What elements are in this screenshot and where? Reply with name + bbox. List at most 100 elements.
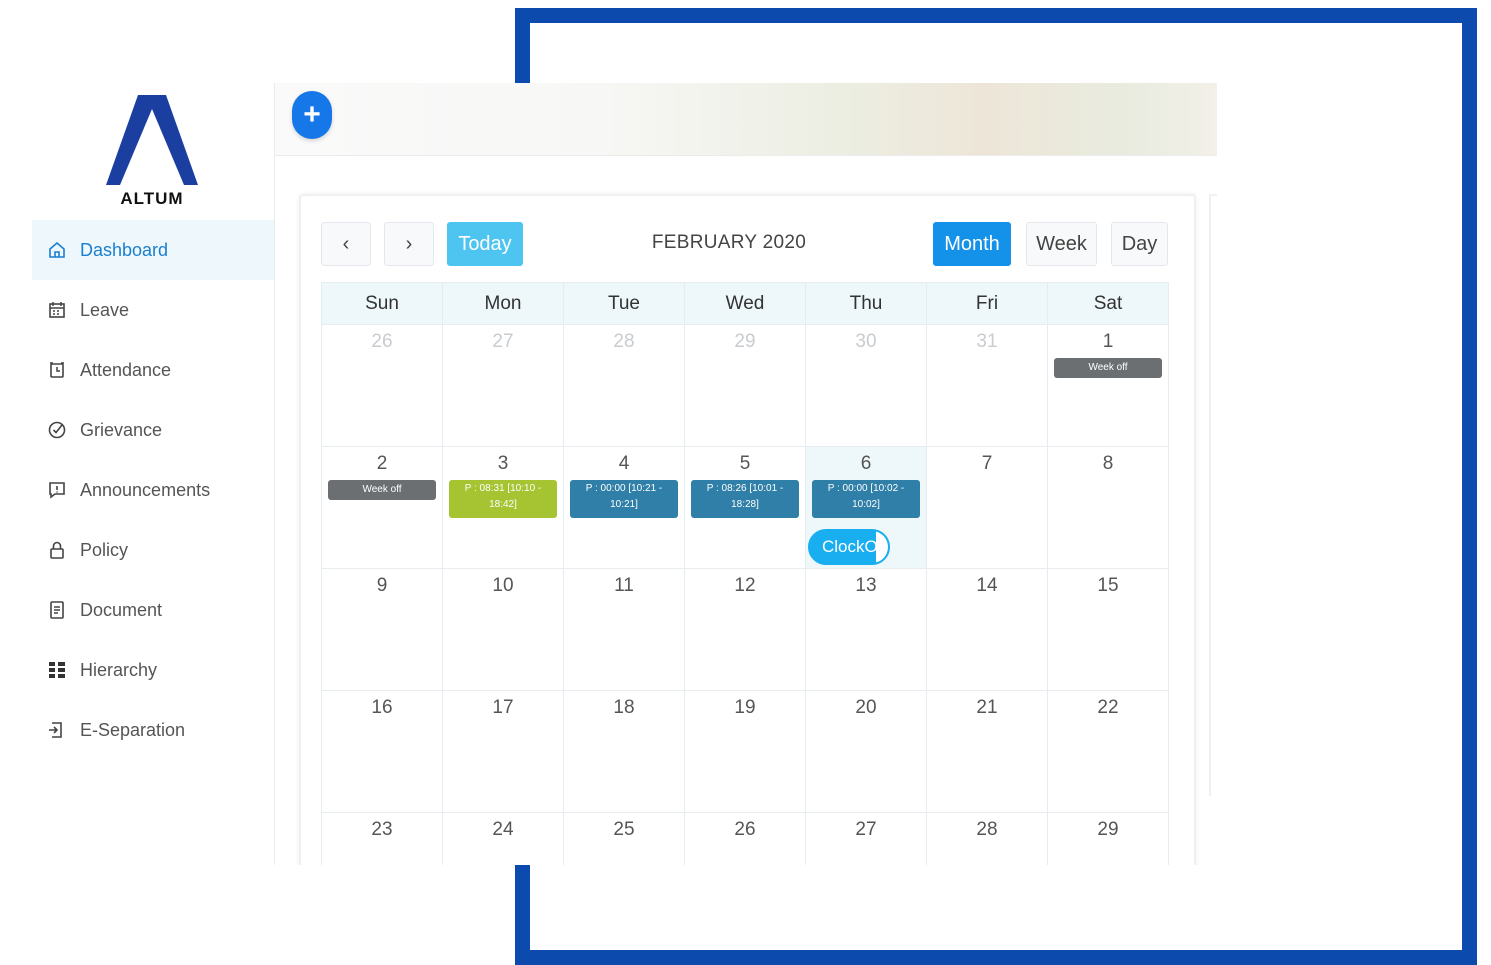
day-number: 29	[1097, 819, 1119, 840]
sidebar-item-announcements[interactable]: Announcements	[32, 460, 274, 520]
day-cell[interactable]: 16	[322, 691, 443, 813]
prev-month-button[interactable]: ‹	[321, 222, 371, 266]
day-number: 27	[855, 819, 877, 840]
day-cell[interactable]: 3 P : 08:31 [10:10 - 18:42]	[443, 447, 564, 569]
day-cell[interactable]: 4 P : 00:00 [10:21 - 10:21]	[564, 447, 685, 569]
day-cell[interactable]: 27	[443, 325, 564, 447]
calendar-weeks: 26 27 28 29 30 31 1 Week off 2 Week off 3 P : 08:31…	[321, 325, 1169, 865]
next-month-button[interactable]: ›	[384, 222, 434, 266]
sidebar-item-dashboard[interactable]: Dashboard	[32, 220, 274, 280]
add-button[interactable]: +	[292, 91, 332, 139]
app-window: ALTUM Dashboard Leave Attendance Grievan…	[32, 83, 1217, 865]
day-number: 23	[371, 819, 393, 840]
day-cell[interactable]: 28	[564, 325, 685, 447]
day-cell[interactable]: 10	[443, 569, 564, 691]
sidebar-item-label: Document	[80, 599, 163, 620]
day-number: 30	[855, 331, 877, 352]
day-cell[interactable]: 21	[927, 691, 1048, 813]
day-cell[interactable]: 26	[685, 813, 806, 865]
day-number: 7	[981, 453, 993, 474]
attendance-event[interactable]: P : 00:00 [10:21 - 10:21]	[570, 480, 678, 518]
week-off-event[interactable]: Week off	[1054, 358, 1162, 378]
altum-logo: ALTUM	[102, 93, 202, 208]
day-cell[interactable]: 9	[322, 569, 443, 691]
sidebar-item-grievance[interactable]: Grievance	[32, 400, 274, 460]
day-cell[interactable]: 25	[564, 813, 685, 865]
attendance-event[interactable]: P : 08:31 [10:10 - 18:42]	[449, 480, 557, 518]
day-number: 21	[976, 697, 998, 718]
day-cell[interactable]: 14	[927, 569, 1048, 691]
logo-text: ALTUM	[120, 189, 184, 208]
day-view-button[interactable]: Day	[1111, 222, 1168, 266]
day-number: 2	[376, 453, 388, 474]
day-number: 26	[371, 331, 393, 352]
calendar-icon	[46, 299, 68, 321]
day-cell[interactable]: 24	[443, 813, 564, 865]
day-number: 26	[734, 819, 756, 840]
sidebar-item-leave[interactable]: Leave	[32, 280, 274, 340]
day-number: 1	[1102, 331, 1114, 352]
day-cell[interactable]: 29	[685, 325, 806, 447]
day-number: 25	[613, 819, 635, 840]
day-number: 27	[492, 331, 514, 352]
day-number: 13	[855, 575, 877, 596]
day-cell[interactable]: 19	[685, 691, 806, 813]
logo-mark-icon	[106, 95, 198, 185]
week-row: 23 24 25 26 27 28 29	[321, 813, 1169, 865]
day-cell[interactable]: 7	[927, 447, 1048, 569]
sidebar: ALTUM Dashboard Leave Attendance Grievan…	[32, 83, 275, 865]
day-cell[interactable]: 26	[322, 325, 443, 447]
day-cell[interactable]: 8	[1048, 447, 1169, 569]
day-number: 9	[376, 575, 388, 596]
adjacent-panel-edge	[1209, 194, 1217, 796]
week-view-button[interactable]: Week	[1026, 222, 1097, 266]
week-row: 16 17 18 19 20 21 22	[321, 691, 1169, 813]
day-number: 22	[1097, 697, 1119, 718]
alarm-clock-icon	[46, 359, 68, 381]
sidebar-item-label: Attendance	[80, 359, 172, 380]
sidebar-item-label: Leave	[80, 299, 130, 320]
day-cell[interactable]: 1 Week off	[1048, 325, 1169, 447]
day-cell[interactable]: 29	[1048, 813, 1169, 865]
day-cell[interactable]: 23	[322, 813, 443, 865]
day-number: 11	[614, 575, 634, 596]
month-view-button[interactable]: Month	[933, 222, 1011, 266]
day-cell[interactable]: 31	[927, 325, 1048, 447]
day-cell[interactable]: 6 P : 00:00 [10:02 - 10:02] ClockOu	[806, 447, 927, 569]
today-button[interactable]: Today	[447, 222, 523, 266]
day-cell[interactable]: 13	[806, 569, 927, 691]
sidebar-item-label: Announcements	[80, 479, 211, 500]
day-cell[interactable]: 30	[806, 325, 927, 447]
week-row: 2 Week off 3 P : 08:31 [10:10 - 18:42] 4 P : …	[321, 447, 1169, 569]
sidebar-item-hierarchy[interactable]: Hierarchy	[32, 640, 274, 700]
attendance-event[interactable]: P : 00:00 [10:02 - 10:02]	[812, 480, 920, 518]
sidebar-item-label: E-Separation	[80, 719, 186, 740]
day-cell[interactable]: 22	[1048, 691, 1169, 813]
day-cell[interactable]: 20	[806, 691, 927, 813]
day-number: 17	[492, 697, 514, 718]
day-cell[interactable]: 18	[564, 691, 685, 813]
sidebar-item-document[interactable]: Document	[32, 580, 274, 640]
sidebar-item-label: Grievance	[80, 419, 163, 440]
sidebar-item-attendance[interactable]: Attendance	[32, 340, 274, 400]
sidebar-item-e-separation[interactable]: E-Separation	[32, 700, 274, 760]
day-cell[interactable]: 27	[806, 813, 927, 865]
week-off-event[interactable]: Week off	[328, 480, 436, 500]
day-number: 5	[739, 453, 751, 474]
sidebar-item-policy[interactable]: Policy	[32, 520, 274, 580]
week-row: 26 27 28 29 30 31 1 Week off	[321, 325, 1169, 447]
day-number: 16	[371, 697, 393, 718]
day-cell[interactable]: 12	[685, 569, 806, 691]
day-cell[interactable]: 28	[927, 813, 1048, 865]
day-cell[interactable]: 11	[564, 569, 685, 691]
day-cell[interactable]: 15	[1048, 569, 1169, 691]
sidebar-item-label: Policy	[80, 539, 129, 560]
day-cell[interactable]: 2 Week off	[322, 447, 443, 569]
day-cell[interactable]: 5 P : 08:26 [10:01 - 18:28]	[685, 447, 806, 569]
day-number: 18	[613, 697, 635, 718]
attendance-event[interactable]: P : 08:26 [10:01 - 18:28]	[691, 480, 799, 518]
clock-out-toggle[interactable]: ClockOu	[808, 529, 890, 565]
calendar-title: FEBRUARY 2020	[651, 232, 807, 253]
day-cell[interactable]: 17	[443, 691, 564, 813]
hierarchy-icon	[46, 659, 68, 681]
